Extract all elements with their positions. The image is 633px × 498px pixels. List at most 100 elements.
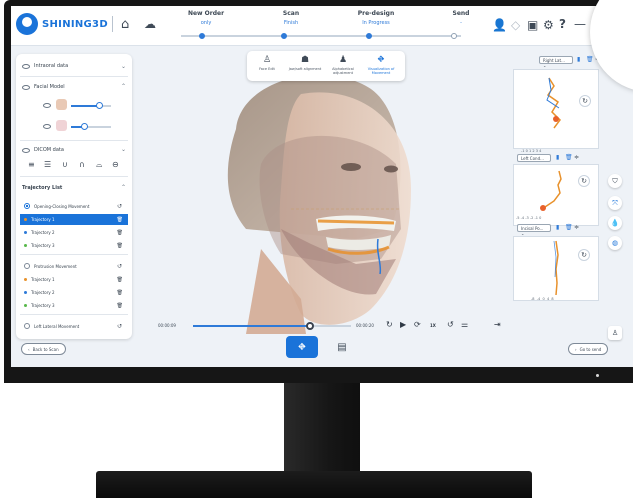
eye-icon[interactable] (22, 147, 30, 153)
step-pre-design[interactable]: Pre-design In Progress (336, 10, 416, 26)
trajectory-group[interactable]: Left Lateral Movement ↺ (20, 320, 128, 332)
playback-scrubber[interactable] (193, 322, 351, 330)
cloud-icon[interactable]: ☁ (144, 18, 156, 30)
diamond-icon[interactable]: ◇ (511, 19, 520, 31)
rewind-icon[interactable]: ↺ (447, 321, 454, 329)
trajectory-item[interactable]: Trajectory 2 🗑 (20, 227, 128, 238)
copy-icon[interactable]: ▮ (556, 154, 559, 161)
teeth-upper-icon[interactable]: ⌓ (96, 160, 102, 170)
radio-icon[interactable] (24, 263, 30, 269)
window-icon[interactable]: ▣ (527, 19, 538, 31)
sphere-icon[interactable]: ◍ (608, 236, 622, 250)
step-scan[interactable]: Scan Finish (251, 10, 331, 26)
chevron-down-icon[interactable]: ⌄ (121, 63, 126, 70)
trajectory-item[interactable]: Trajectory 2 🗑 (20, 287, 128, 298)
intraoral-data-row[interactable]: Intraoral data (22, 63, 68, 69)
user-icon[interactable]: 👤 (492, 19, 507, 31)
trash-icon[interactable]: 🗑 (117, 290, 123, 296)
mode-visualization[interactable]: ⛖ Visualization of Movement (363, 55, 399, 75)
trash-icon[interactable]: 🗑 (117, 243, 123, 249)
plot-1-ticks: -1 0 1 2 3 4 (521, 149, 542, 153)
trash-icon[interactable]: 🗑 (117, 277, 123, 283)
movement-view-button[interactable]: ⛖ (286, 336, 318, 358)
replay-icon[interactable]: ⟳ (414, 321, 421, 329)
scrubber-knob[interactable] (305, 322, 314, 330)
refresh-icon[interactable]: ↻ (578, 175, 590, 187)
refresh-icon[interactable]: ↻ (578, 249, 590, 261)
step-title: Send (452, 10, 470, 17)
trajectory-item[interactable]: Trajectory 3 🗑 (20, 240, 128, 251)
3d-viewport[interactable] (136, 46, 511, 346)
skin-opacity-slider[interactable] (71, 123, 111, 130)
delete-icon[interactable]: 🗑 (586, 56, 594, 63)
copy-icon[interactable]: ▮ (556, 224, 559, 231)
slider-knob[interactable] (95, 102, 103, 109)
refresh-icon[interactable]: ↻ (579, 95, 591, 107)
go-to-send-button[interactable]: › Go to send (568, 343, 609, 355)
adjust-icon[interactable]: ≑ (574, 154, 579, 161)
eye-icon[interactable] (43, 124, 51, 129)
step-send[interactable]: Send - (421, 10, 501, 26)
trajectory-group[interactable]: Protrusion Movement ↺ (20, 260, 128, 272)
trajectory-item[interactable]: Trajectory 1 🗑 (20, 214, 128, 225)
align-icon[interactable]: ≡ (28, 160, 35, 169)
trajectory-item[interactable]: Trajectory 3 🗑 (20, 300, 128, 311)
back-to-scan-button[interactable]: ‹ Back to Scan (21, 343, 66, 355)
trash-icon[interactable]: 🗑 (117, 303, 123, 309)
eye-icon[interactable] (22, 84, 30, 90)
chevron-down-icon[interactable]: ⌄ (121, 146, 126, 153)
minimize-icon[interactable]: — (574, 18, 586, 30)
drop-icon[interactable]: 💧 (608, 216, 622, 230)
transform-icon[interactable]: ⤧ (608, 196, 622, 210)
mode-adjustment[interactable]: ♟ Alphabetical adjustment (325, 55, 361, 75)
radio-selected-icon[interactable] (24, 203, 30, 209)
mandible-icon[interactable]: ∪ (62, 160, 68, 169)
adjust-icon[interactable]: ≑ (574, 224, 579, 231)
home-icon[interactable]: ⌂ (121, 18, 129, 31)
facial-opacity-slider[interactable] (71, 102, 111, 109)
copy-icon[interactable]: ▮ (577, 56, 580, 63)
playback-bar: 00:00:09 00:00:20 ↻ ▶ ⟳ 1X ↺ ⚌ ⇥ (158, 319, 512, 333)
play-icon[interactable]: ▶ (400, 321, 406, 329)
facial-model-row[interactable]: Facial Model (22, 84, 65, 90)
compare-icon[interactable]: ☰ (44, 160, 51, 169)
slider-knob[interactable] (81, 123, 88, 130)
reset-icon[interactable]: ↺ (117, 263, 122, 270)
loop-icon[interactable]: ↻ (386, 321, 393, 329)
settings-icon[interactable]: ⚌ (461, 321, 468, 329)
view-select-3[interactable]: Incisal Po... ⌄ (517, 224, 551, 236)
eye-icon[interactable] (22, 63, 30, 69)
reset-icon[interactable]: ↺ (117, 203, 122, 210)
trajectory-item[interactable]: Trajectory 1 🗑 (20, 274, 128, 285)
help-icon[interactable]: ? (559, 18, 566, 30)
mode-face-edit[interactable]: ♙ Face Edit (249, 55, 285, 71)
tooth-icon[interactable]: ⛉ (608, 174, 622, 188)
trash-icon[interactable]: 🗑 (117, 230, 123, 236)
gear-icon[interactable]: ⚙ (543, 19, 554, 31)
mode-toolbar: ♙ Face Edit ☗ Jaw/soft alignment ♟ Alpha… (247, 51, 405, 81)
exit-icon[interactable]: ⇥ (494, 321, 501, 329)
reset-icon[interactable]: ↺ (117, 323, 122, 330)
eye-icon[interactable] (43, 103, 51, 108)
trash-icon[interactable]: 🗑 (117, 217, 123, 223)
chevron-up-icon[interactable]: ⌃ (121, 184, 126, 191)
speed-label[interactable]: 1X (430, 323, 436, 328)
delete-icon[interactable]: 🗑 (565, 224, 573, 231)
dicom-data-label: DICOM data (34, 147, 64, 153)
dicom-data-row[interactable]: DICOM data (22, 147, 64, 153)
chevron-up-icon[interactable]: ⌃ (121, 83, 126, 90)
teeth-lower-icon[interactable]: ⊖ (112, 160, 119, 169)
mode-jaw-alignment[interactable]: ☗ Jaw/soft alignment (287, 55, 323, 71)
current-time: 00:00:09 (158, 323, 176, 328)
face-layer-thumbnail (56, 99, 67, 110)
arch-icon[interactable]: ∩ (79, 160, 85, 169)
step-new-order[interactable]: New Order only (166, 10, 246, 26)
delete-icon[interactable]: 🗑 (565, 154, 573, 161)
trajectory-group[interactable]: Opening-Closing Movement ↺ (20, 200, 128, 212)
report-button[interactable]: ▤ (331, 336, 353, 358)
trajectory-name: Trajectory 2 (31, 230, 55, 235)
radio-icon[interactable] (24, 323, 30, 329)
view-select-2[interactable]: Left Cond... ⌄ (517, 154, 551, 166)
view-select-1[interactable]: Right Lat... ⌄ (539, 56, 573, 68)
avatar-icon[interactable]: ♙ (608, 326, 622, 340)
